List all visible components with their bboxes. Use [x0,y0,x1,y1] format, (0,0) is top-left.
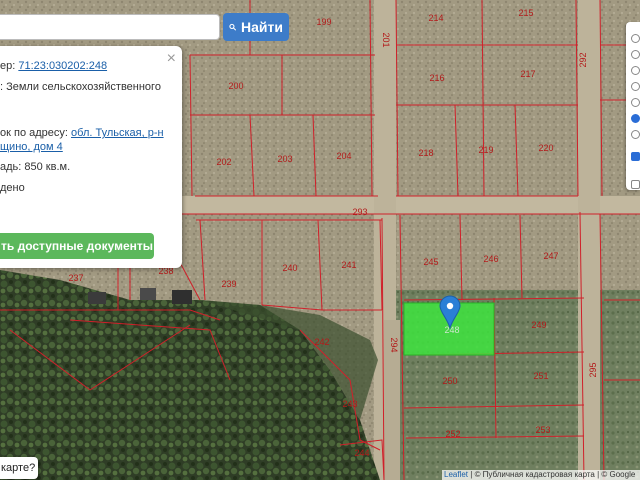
map-attribution: Leaflet | © Публичная кадастровая карта … [442,470,640,480]
parcel-label: 204 [336,151,351,161]
road-label: 292 [578,52,588,67]
parcel-label: 214 [428,13,443,23]
parcel-label: 202 [216,157,231,167]
parcel-label: 218 [418,148,433,158]
parcel-label: 199 [316,17,331,27]
area-text: адь: 850 кв.м. [0,161,71,173]
parcel-label: 241 [341,260,356,270]
leaflet-link[interactable]: Leaflet [444,470,468,479]
overlay-checkbox[interactable] [631,180,640,189]
parcel-label: 249 [531,320,546,330]
status-text: дено [0,182,25,194]
layer-radio[interactable] [631,82,640,91]
parcel-label: 243 [342,399,357,409]
parcel-label: 245 [423,257,438,267]
parcel-label: 219 [478,145,493,155]
search-input[interactable] [0,14,220,40]
parcel-label: 220 [538,143,553,153]
search-button[interactable]: Найти [223,13,289,41]
road-label: 295 [588,362,598,377]
report-error-button[interactable]: карте? [0,457,38,479]
close-icon[interactable]: × [167,50,176,68]
search-icon [229,23,236,31]
road-label: 201 [381,32,391,47]
house-roof [88,292,106,304]
parcel-label: 244 [354,448,369,458]
layer-radio-selected[interactable] [631,114,640,123]
layer-radio[interactable] [631,66,640,75]
parcel-label: 215 [518,8,533,18]
road-label: 294 [389,337,399,352]
parcel-label: 252 [445,429,460,439]
search-button-label: Найти [241,19,283,35]
parcel-label: 200 [228,81,243,91]
road-label: 293 [352,207,367,217]
parcel-label: 203 [277,154,292,164]
documents-button[interactable]: ть доступные документы [0,233,154,259]
cadastre-label: ер: [0,60,16,72]
layer-radio[interactable] [631,98,640,107]
parcel-label: 251 [533,371,548,381]
layers-control[interactable] [626,22,640,190]
parcel-label: 247 [543,251,558,261]
parcel-info-popup: × ер: 71:23:030202:248 : Земли сельскохо… [0,46,182,268]
parcel-label: 239 [221,279,236,289]
house-roof [172,290,192,304]
address-link[interactable]: обл. Тульская, р-н [71,127,164,139]
address-link-continued[interactable]: щино, дом 4 [0,141,63,153]
address-label: ок по адресу: [0,127,68,139]
house-roof [140,288,156,300]
overlay-checkbox-checked[interactable] [631,152,640,161]
parcel-label: 253 [535,425,550,435]
selected-parcel-label: 248 [444,325,459,335]
attribution-source: © Публичная кадастровая карта | © Google [474,470,636,479]
parcel-label: 250 [442,376,457,386]
parcel-label: 242 [314,337,329,347]
parcel-label: 246 [483,254,498,264]
parcel-label: 217 [520,69,535,79]
parcel-label: 216 [429,73,444,83]
road-vertical-right [578,0,600,480]
cadastre-number-link[interactable]: 71:23:030202:248 [18,60,107,72]
layer-radio[interactable] [631,34,640,43]
category-text: : Земли сельскохозяйственного [0,81,161,93]
parcel-label: 237 [68,273,83,283]
layer-radio[interactable] [631,50,640,59]
parcel-label: 240 [282,263,297,273]
layer-radio[interactable] [631,130,640,139]
